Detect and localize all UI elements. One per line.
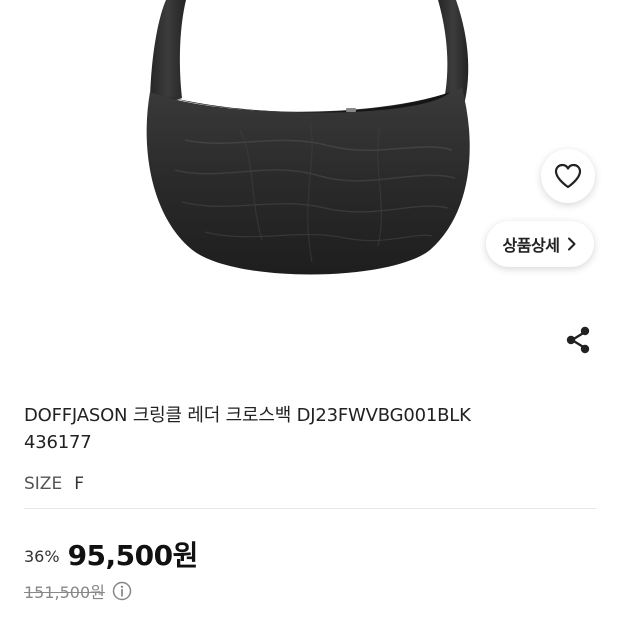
price-row: 36% 95,500원 [24,534,198,574]
size-label: SIZE [24,474,63,494]
sale-price: 95,500원 [67,539,199,572]
info-icon [112,581,132,601]
product-title-line1: DOFFJASON 크링클 레더 크로스백 DJ23FWVBG001BLK [24,405,471,426]
size-value: F [74,474,84,494]
crossbody-bag-image [146,0,470,275]
original-price: 151,500원 [24,583,105,602]
product-image[interactable] [0,0,620,380]
wishlist-button[interactable] [541,149,595,203]
discount-rate: 36% [24,546,60,566]
price-info-button[interactable] [111,580,133,602]
product-page: 상품상세 DOFFJASON 크링클 레더 크로스백 DJ23FWVBG001B… [0,0,620,620]
chevron-right-icon [568,237,576,251]
product-detail-button[interactable]: 상품상세 [486,221,594,267]
product-title-line2: 436177 [24,432,92,453]
original-price-row: 151,500원 [24,578,133,604]
product-title: DOFFJASON 크링클 레더 크로스백 DJ23FWVBG001BLK 43… [24,402,584,456]
size-row: SIZE F [24,472,84,496]
share-icon [566,326,590,354]
share-button[interactable] [560,322,596,358]
heart-icon [554,163,582,189]
divider [24,508,596,509]
product-detail-label: 상품상세 [502,236,560,255]
